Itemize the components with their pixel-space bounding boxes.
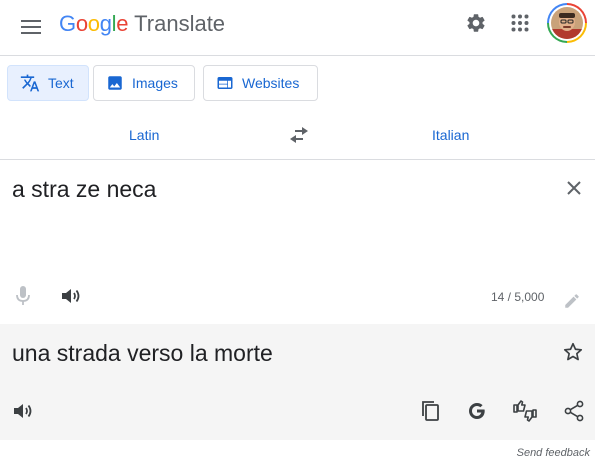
- tab-images-label: Images: [132, 75, 178, 91]
- copy-icon: [422, 401, 439, 421]
- menu-icon: [21, 20, 41, 34]
- tab-websites-label: Websites: [242, 75, 300, 91]
- website-icon: [217, 77, 233, 89]
- listen-translation-button[interactable]: [10, 398, 36, 424]
- account-avatar[interactable]: [547, 3, 587, 43]
- close-icon: [567, 181, 581, 195]
- top-bar: Google Translate: [0, 0, 595, 56]
- product-name: Translate: [134, 11, 226, 36]
- translate-icon: [20, 74, 40, 92]
- avatar: [551, 7, 583, 39]
- settings-button[interactable]: [459, 6, 493, 40]
- source-language-button[interactable]: Latin: [129, 127, 159, 143]
- swap-languages-button[interactable]: [288, 125, 310, 145]
- send-feedback-link[interactable]: Send feedback: [517, 447, 590, 459]
- clear-source-button[interactable]: [564, 178, 584, 198]
- star-icon: [563, 342, 583, 361]
- image-icon: [108, 76, 122, 90]
- tab-text[interactable]: Text: [7, 65, 89, 101]
- share-icon: [564, 400, 584, 422]
- target-language-button[interactable]: Italian: [432, 127, 469, 143]
- translation-text: una strada verso la morte: [12, 340, 273, 366]
- character-count: 14 / 5,000: [491, 290, 545, 304]
- thumbs-up-down-icon: [513, 400, 537, 422]
- tab-websites[interactable]: Websites: [203, 65, 318, 101]
- search-google-button[interactable]: [464, 398, 490, 424]
- apps-grid-icon: [511, 14, 529, 32]
- tab-text-label: Text: [48, 75, 74, 91]
- app-brand[interactable]: Google Translate: [59, 11, 225, 37]
- microphone-icon: [16, 286, 30, 305]
- swap-icon: [290, 127, 308, 143]
- google-g-icon: [469, 403, 485, 419]
- share-translation-button[interactable]: [561, 398, 587, 424]
- google-logo: Google: [59, 11, 129, 36]
- apps-button[interactable]: [503, 6, 537, 40]
- gear-icon: [467, 14, 485, 32]
- voice-input-button[interactable]: [11, 284, 35, 308]
- copy-translation-button[interactable]: [417, 398, 443, 424]
- listen-source-button[interactable]: [59, 284, 83, 308]
- speaker-icon: [14, 404, 32, 418]
- tab-images[interactable]: Images: [93, 65, 195, 101]
- speaker-icon: [62, 289, 80, 303]
- handwriting-button[interactable]: [560, 289, 584, 313]
- source-text-input[interactable]: a stra ze neca: [12, 176, 156, 203]
- menu-button[interactable]: [14, 10, 48, 44]
- rate-translation-button[interactable]: [512, 398, 538, 424]
- save-translation-button[interactable]: [560, 339, 586, 365]
- pencil-icon: [565, 294, 579, 308]
